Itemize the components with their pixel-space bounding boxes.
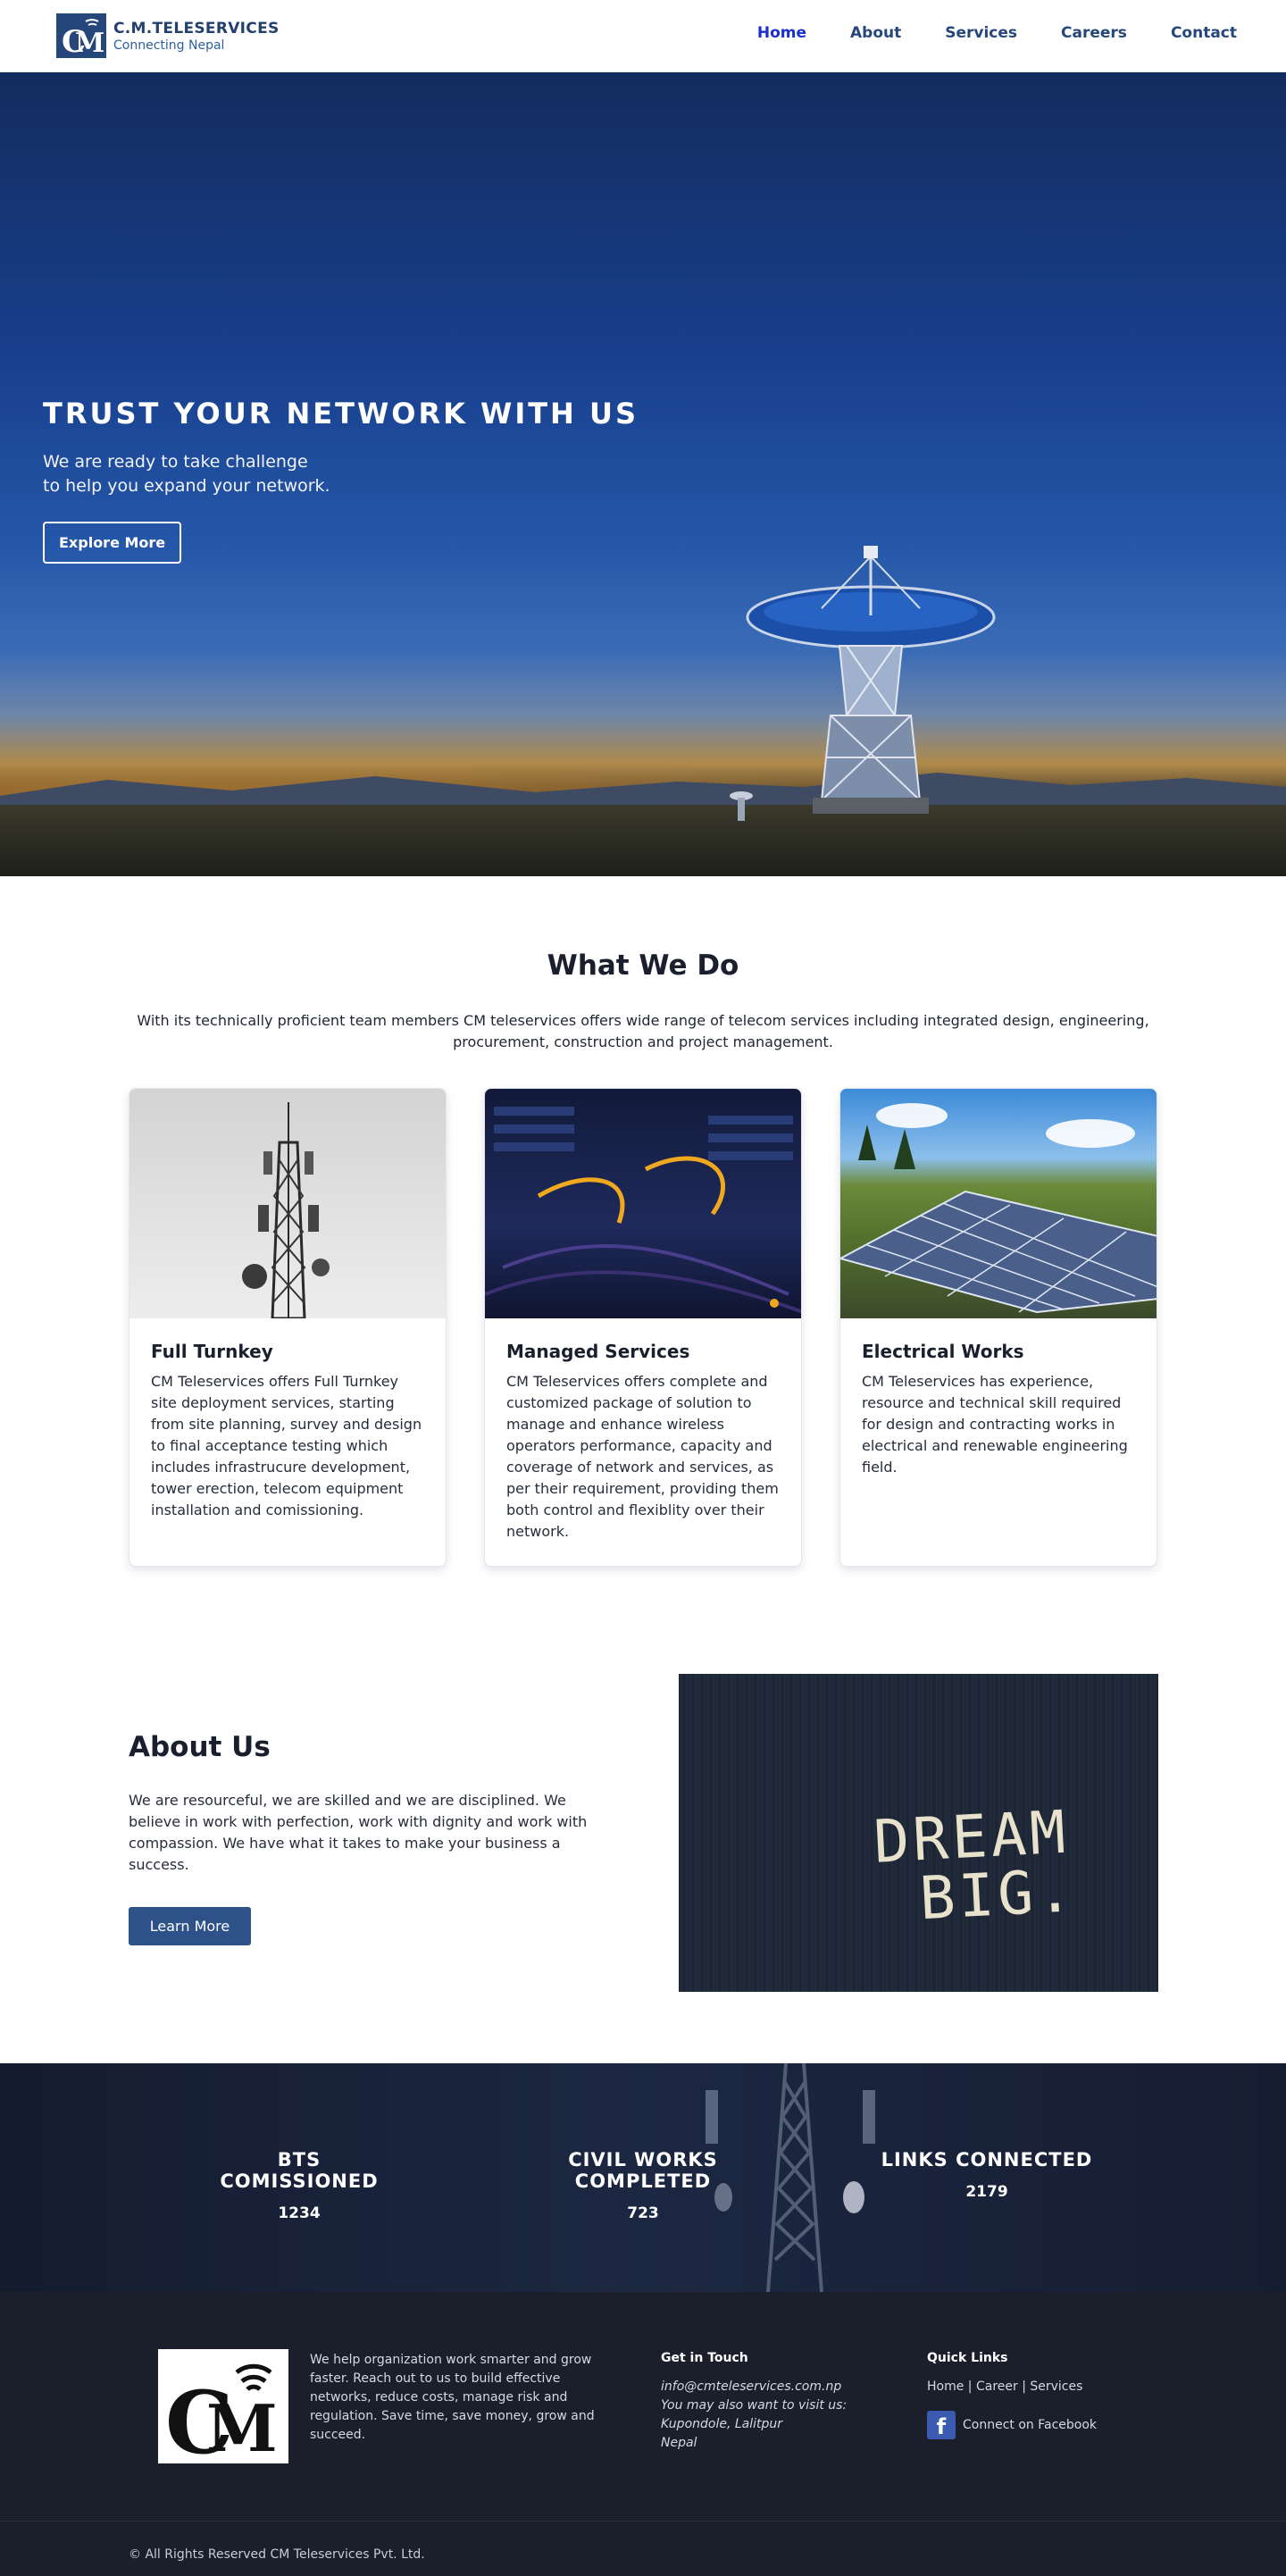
nav-contact[interactable]: Contact xyxy=(1171,24,1237,42)
stat-value: 723 xyxy=(627,2204,659,2222)
svg-text:M: M xyxy=(75,28,104,55)
facebook-icon: f xyxy=(927,2411,956,2439)
stat-value: 1234 xyxy=(278,2204,321,2222)
brand-logo-link[interactable]: C M C.M.TELESERVICES Connecting Nepal xyxy=(56,13,280,58)
stat-label: LINKS CONNECTED xyxy=(881,2149,1093,2170)
nav-services[interactable]: Services xyxy=(945,24,1017,42)
footer-cm-logo-icon: C M xyxy=(158,2349,288,2463)
desert-ground xyxy=(0,805,1286,876)
stat-value: 2179 xyxy=(965,2183,1008,2201)
service-card-managed-services[interactable]: Managed Services CM Teleservices offers … xyxy=(484,1088,802,1567)
card-title: Managed Services xyxy=(506,1341,690,1362)
card-text: CM Teleservices has experience, resource… xyxy=(862,1373,1128,1476)
stat-civil-works: CIVIL WORKS COMPLETED 723 xyxy=(500,2149,786,2222)
main-nav: Home About Services Careers Contact xyxy=(714,24,1237,42)
site-header: C M C.M.TELESERVICES Connecting Nepal Ho… xyxy=(0,0,1286,72)
footer-address-line-2: Nepal xyxy=(661,2436,697,2450)
satellite-dish-image xyxy=(746,546,996,814)
nav-careers[interactable]: Careers xyxy=(1061,24,1127,42)
svg-text:M: M xyxy=(206,2390,278,2460)
footer-about-text: We help organization work smarter and gr… xyxy=(310,2353,595,2442)
cm-logo-icon: C M xyxy=(56,13,106,58)
footer-contact-heading: Get in Touch xyxy=(661,2351,748,2365)
hero-section: TRUST YOUR NETWORK WITH US We are ready … xyxy=(0,72,1286,876)
nav-home[interactable]: Home xyxy=(757,24,806,42)
footer-email-link[interactable]: info@cmteleservices.com.np xyxy=(661,2378,847,2396)
stats-section: BTS COMISSIONED 1234 CIVIL WORKS COMPLET… xyxy=(0,2063,1286,2292)
stat-label: CIVIL WORKS COMPLETED xyxy=(568,2149,718,2192)
what-we-do-description: With its technically proficient team mem… xyxy=(137,1012,1149,1050)
footer-contact: Get in Touch info@cmteleservices.com.np … xyxy=(661,2351,847,2453)
dream-big-image: DREAM BIG. xyxy=(679,1674,1158,1992)
nav-about[interactable]: About xyxy=(850,24,901,42)
brand-tagline: Connecting Nepal xyxy=(113,38,225,53)
card-text: CM Teleservices offers Full Turnkey site… xyxy=(151,1373,422,1518)
learn-more-button[interactable]: Learn More xyxy=(129,1907,251,1945)
facebook-label: Connect on Facebook xyxy=(963,2418,1098,2432)
footer-links-heading: Quick Links xyxy=(927,2351,1008,2365)
card-text: CM Teleservices offers complete and cust… xyxy=(506,1373,779,1540)
service-card-full-turnkey[interactable]: Full Turnkey CM Teleservices offers Full… xyxy=(129,1088,447,1567)
explore-more-button[interactable]: Explore More xyxy=(43,522,182,564)
site-footer: C M We help organization work smarter an… xyxy=(0,2292,1286,2576)
telecom-tower-image xyxy=(129,1089,446,1318)
card-title: Electrical Works xyxy=(862,1341,1024,1362)
service-card-electrical-works[interactable]: Electrical Works CM Teleservices has exp… xyxy=(839,1088,1157,1567)
fiber-cables-image xyxy=(485,1089,801,1318)
footer-address-line-1: Kupondole, Lalitpur xyxy=(661,2417,783,2431)
services-cards: Full Turnkey CM Teleservices offers Full… xyxy=(129,1088,1157,1567)
footer-visit-text: You may also want to visit us: xyxy=(661,2398,848,2413)
big-text: BIG. xyxy=(917,1856,1078,1934)
stat-bts: BTS COMISSIONED 1234 xyxy=(196,2149,402,2222)
facebook-link[interactable]: f Connect on Facebook xyxy=(927,2411,1097,2439)
hero-title: TRUST YOUR NETWORK WITH US xyxy=(43,397,639,431)
copyright-text: © All Rights Reserved CM Teleservices Pv… xyxy=(129,2547,425,2562)
hero-subtitle: We are ready to take challenge to help y… xyxy=(43,452,330,496)
solar-panels-image xyxy=(840,1089,1157,1318)
footer-divider xyxy=(0,2521,1286,2522)
small-dish-image xyxy=(730,791,753,821)
footer-quick-links: Quick Links Home | Career | Services f C… xyxy=(927,2351,1097,2439)
stat-links: LINKS CONNECTED 2179 xyxy=(875,2149,1098,2201)
brand-name: C.M.TELESERVICES xyxy=(113,19,280,38)
what-we-do-title: What We Do xyxy=(547,949,739,982)
card-title: Full Turnkey xyxy=(151,1341,273,1362)
about-title: About Us xyxy=(129,1731,271,1763)
footer-links[interactable]: Home | Career | Services xyxy=(927,2378,1097,2396)
stat-label: BTS COMISSIONED xyxy=(220,2149,379,2192)
about-text: We are resourceful, we are skilled and w… xyxy=(129,1792,588,1873)
